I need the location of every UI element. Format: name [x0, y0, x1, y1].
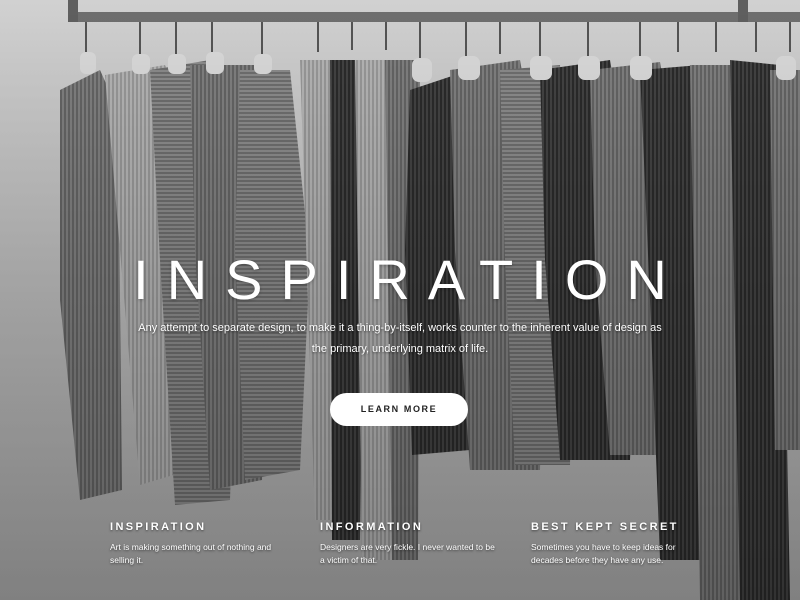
hero-section: INSPIRATION Any attempt to separate desi… — [0, 0, 800, 600]
feature-heading: INSPIRATION — [110, 521, 207, 533]
feature-text: Sometimes you have to keep ideas for dec… — [531, 542, 676, 565]
learn-more-button[interactable]: LEARN MORE — [330, 393, 468, 426]
feature-column: INFORMATION Designers are very fickle. I… — [320, 520, 500, 566]
feature-heading: INFORMATION — [320, 521, 424, 533]
feature-heading: BEST KEPT SECRET — [531, 521, 679, 533]
hero-title: INSPIRATION — [133, 248, 685, 311]
feature-text: Designers are very fickle. I never wante… — [320, 542, 495, 565]
feature-column: INSPIRATION Art is making something out … — [110, 520, 290, 566]
feature-text: Art is making something out of nothing a… — [110, 542, 272, 565]
feature-column: BEST KEPT SECRET Sometimes you have to k… — [531, 520, 691, 566]
hero-subtitle: Any attempt to separate design, to make … — [138, 322, 662, 355]
